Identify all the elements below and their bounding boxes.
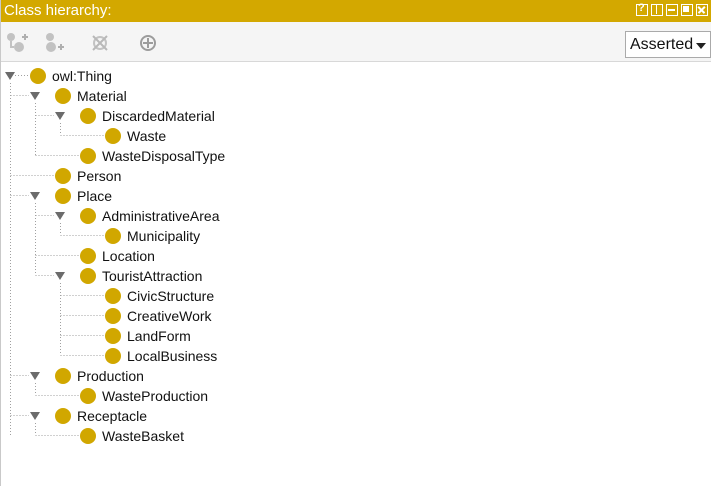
maximize-icon[interactable] [681, 4, 693, 16]
delete-class-icon[interactable] [89, 32, 115, 54]
class-icon [55, 88, 71, 104]
title-bar: Class hierarchy: [1, 0, 711, 22]
class-icon [80, 268, 96, 284]
close-icon[interactable] [696, 4, 708, 16]
class-icon [80, 208, 96, 224]
expand-triangle-icon[interactable] [55, 212, 65, 220]
class-icon [55, 368, 71, 384]
class-icon [105, 328, 121, 344]
view-mode-select[interactable]: Asserted [625, 31, 711, 58]
class-icon [80, 248, 96, 264]
class-icon [55, 168, 71, 184]
class-icon [80, 428, 96, 444]
class-icon [105, 308, 121, 324]
chevron-down-icon [696, 43, 706, 49]
target-icon[interactable] [137, 32, 163, 54]
panel-title: Class hierarchy: [4, 2, 112, 19]
class-icon [80, 388, 96, 404]
class-icon [105, 348, 121, 364]
window-buttons [636, 2, 708, 16]
toolbar: Asserted [1, 22, 711, 62]
class-icon [105, 288, 121, 304]
class-icon [30, 68, 46, 84]
expand-triangle-icon[interactable] [55, 272, 65, 280]
class-icon [80, 108, 96, 124]
class-tree: owl:Thing Material DiscardedMaterial Was… [1, 63, 711, 486]
class-icon [55, 188, 71, 204]
minimize-icon[interactable] [666, 4, 678, 16]
expand-triangle-icon[interactable] [30, 412, 40, 420]
expand-triangle-icon[interactable] [30, 192, 40, 200]
expand-triangle-icon[interactable] [30, 372, 40, 380]
add-subclass-icon[interactable] [5, 32, 31, 54]
class-hierarchy-panel: Class hierarchy: Asserted [0, 0, 711, 486]
class-icon [105, 228, 121, 244]
add-sibling-icon[interactable] [43, 32, 69, 54]
split-view-icon[interactable] [651, 4, 663, 16]
expand-triangle-icon[interactable] [30, 92, 40, 100]
expand-triangle-icon[interactable] [55, 112, 65, 120]
view-mode-value: Asserted [630, 36, 694, 53]
class-icon [105, 128, 121, 144]
class-icon [55, 408, 71, 424]
class-icon [80, 148, 96, 164]
expand-triangle-icon[interactable] [5, 72, 15, 80]
help-icon[interactable] [636, 2, 648, 16]
